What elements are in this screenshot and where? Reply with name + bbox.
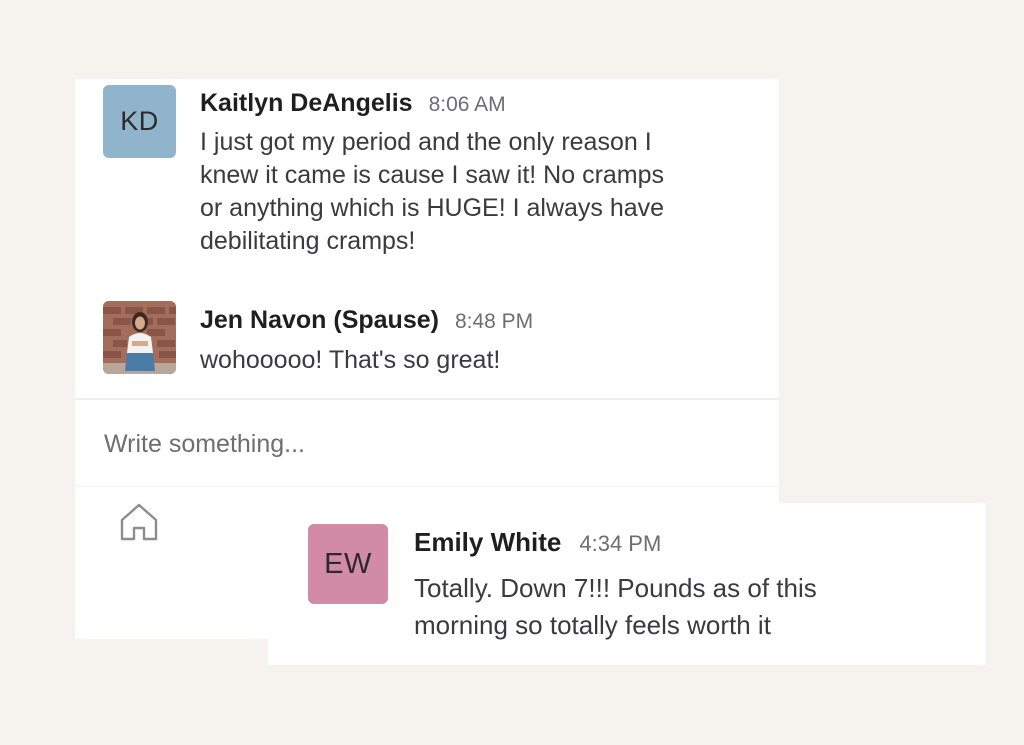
message-header: Emily White 4:34 PM — [414, 527, 661, 558]
sender-name[interactable]: Jen Navon (Spause) — [200, 306, 439, 335]
profile-photo — [103, 301, 176, 374]
message-timestamp: 8:48 PM — [454, 310, 534, 333]
message-text: wohooooo! That's so great! — [200, 344, 500, 377]
message-text: I just got my period and the only reason… — [200, 126, 664, 258]
avatar-initials: EW — [324, 547, 372, 580]
message-text: Totally. Down 7!!! Pounds as of this mor… — [414, 570, 817, 644]
message-line: knew it came is cause I saw it! No cramp… — [200, 161, 665, 189]
avatar-kd[interactable]: KD — [103, 85, 176, 158]
message-line: morning so totally feels worth it — [414, 610, 771, 640]
message-timestamp: 4:34 PM — [579, 531, 662, 556]
message-line: wohooooo! That's so great! — [200, 346, 501, 374]
home-icon[interactable] — [119, 501, 159, 541]
message-line: I just got my period and the only reason… — [200, 128, 652, 156]
message-header: Jen Navon (Spause) 8:48 PM — [200, 306, 533, 335]
chat-message-card: EW Emily White 4:34 PM Totally. Down 7!!… — [268, 503, 986, 665]
sender-name[interactable]: Emily White — [414, 527, 561, 558]
message-input[interactable]: Write something... — [104, 430, 305, 459]
message-line: debilitating cramps! — [200, 227, 416, 255]
message-line: or anything which is HUGE! I always have — [200, 194, 665, 222]
avatar-initials: KD — [120, 106, 159, 136]
avatar-ew[interactable]: EW — [308, 524, 388, 604]
divider — [75, 398, 779, 400]
sender-name[interactable]: Kaitlyn DeAngelis — [200, 89, 413, 118]
home-icon-glyph — [120, 503, 158, 541]
avatar-photo[interactable] — [103, 301, 176, 374]
message-header: Kaitlyn DeAngelis 8:06 AM — [200, 89, 506, 118]
divider — [75, 486, 779, 487]
message-timestamp: 8:06 AM — [428, 93, 506, 116]
message-line: Totally. Down 7!!! Pounds as of this — [414, 573, 817, 603]
